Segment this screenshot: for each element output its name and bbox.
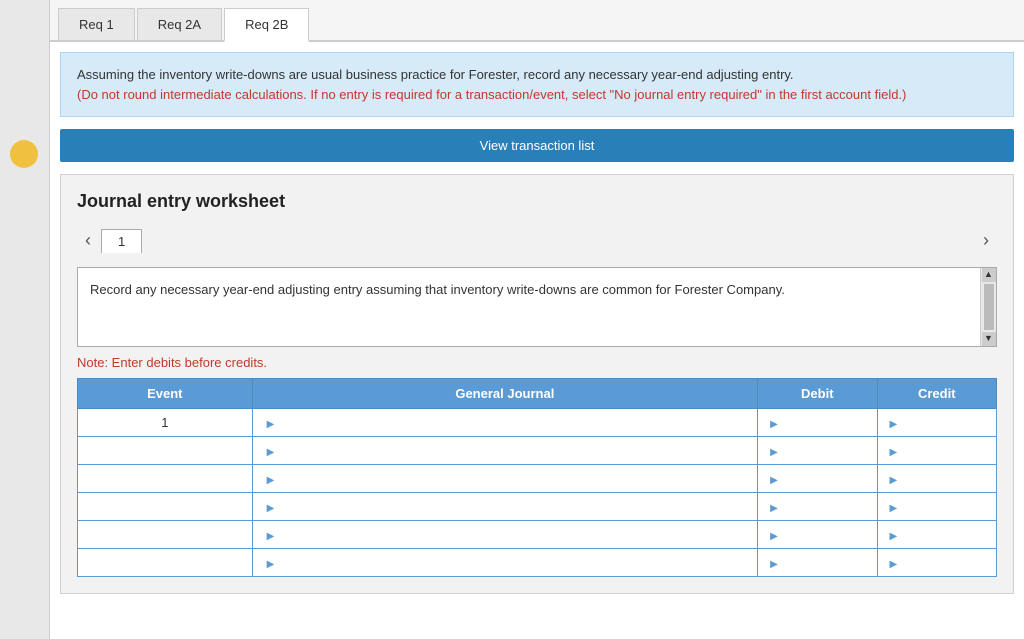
- tabs-bar: Req 1 Req 2A Req 2B: [50, 0, 1024, 42]
- info-box: Assuming the inventory write-downs are u…: [60, 52, 1014, 117]
- next-page-arrow[interactable]: ›: [975, 226, 997, 255]
- page-nav: ‹ 1 ›: [77, 226, 997, 255]
- gj-cell-2[interactable]: [252, 437, 757, 465]
- info-main-text: Assuming the inventory write-downs are u…: [77, 67, 794, 82]
- view-transaction-button[interactable]: View transaction list: [60, 129, 1014, 162]
- col-header-event: Event: [78, 379, 253, 409]
- debit-cell-2[interactable]: [758, 437, 877, 465]
- event-cell-3: [78, 465, 253, 493]
- note-text: Note: Enter debits before credits.: [77, 355, 997, 370]
- left-sidebar: [0, 0, 50, 639]
- table-row: [78, 465, 997, 493]
- debit-cell-6[interactable]: [758, 549, 877, 577]
- description-text: Record any necessary year-end adjusting …: [90, 282, 785, 297]
- col-header-debit: Debit: [758, 379, 877, 409]
- info-red-text: (Do not round intermediate calculations.…: [77, 87, 906, 102]
- tab-req2b[interactable]: Req 2B: [224, 8, 309, 42]
- credit-cell-5[interactable]: [877, 521, 996, 549]
- prev-page-arrow[interactable]: ‹: [77, 226, 99, 255]
- credit-cell-2[interactable]: [877, 437, 996, 465]
- debit-cell-4[interactable]: [758, 493, 877, 521]
- table-row: [78, 521, 997, 549]
- journal-table: Event General Journal Debit Credit 1: [77, 378, 997, 577]
- event-cell-5: [78, 521, 253, 549]
- scroll-up-button[interactable]: ▲: [982, 268, 996, 282]
- gj-cell-4[interactable]: [252, 493, 757, 521]
- scroll-down-button[interactable]: ▼: [982, 332, 996, 346]
- table-row: [78, 437, 997, 465]
- credit-cell-4[interactable]: [877, 493, 996, 521]
- event-cell-2: [78, 437, 253, 465]
- yellow-dot-indicator: [10, 140, 38, 168]
- col-header-gj: General Journal: [252, 379, 757, 409]
- event-cell-1: 1: [78, 409, 253, 437]
- credit-cell-6[interactable]: [877, 549, 996, 577]
- table-row: 1: [78, 409, 997, 437]
- debit-cell-5[interactable]: [758, 521, 877, 549]
- description-box: Record any necessary year-end adjusting …: [77, 267, 997, 347]
- debit-cell-1[interactable]: [758, 409, 877, 437]
- event-cell-6: [78, 549, 253, 577]
- page-wrapper: Req 1 Req 2A Req 2B Assuming the invento…: [0, 0, 1024, 639]
- credit-cell-1[interactable]: [877, 409, 996, 437]
- journal-title: Journal entry worksheet: [77, 191, 997, 212]
- col-header-credit: Credit: [877, 379, 996, 409]
- gj-cell-6[interactable]: [252, 549, 757, 577]
- tab-req2a[interactable]: Req 2A: [137, 8, 222, 40]
- gj-cell-1[interactable]: [252, 409, 757, 437]
- debit-cell-3[interactable]: [758, 465, 877, 493]
- table-row: [78, 549, 997, 577]
- credit-cell-3[interactable]: [877, 465, 996, 493]
- content-area: Req 1 Req 2A Req 2B Assuming the invento…: [50, 0, 1024, 639]
- gj-cell-5[interactable]: [252, 521, 757, 549]
- page-tab-1[interactable]: 1: [101, 229, 142, 253]
- scroll-thumb: [984, 284, 994, 330]
- scrollbar[interactable]: ▲ ▼: [980, 268, 996, 346]
- table-row: [78, 493, 997, 521]
- event-cell-4: [78, 493, 253, 521]
- gj-cell-3[interactable]: [252, 465, 757, 493]
- journal-container: Journal entry worksheet ‹ 1 › Record any…: [60, 174, 1014, 594]
- tab-req1[interactable]: Req 1: [58, 8, 135, 40]
